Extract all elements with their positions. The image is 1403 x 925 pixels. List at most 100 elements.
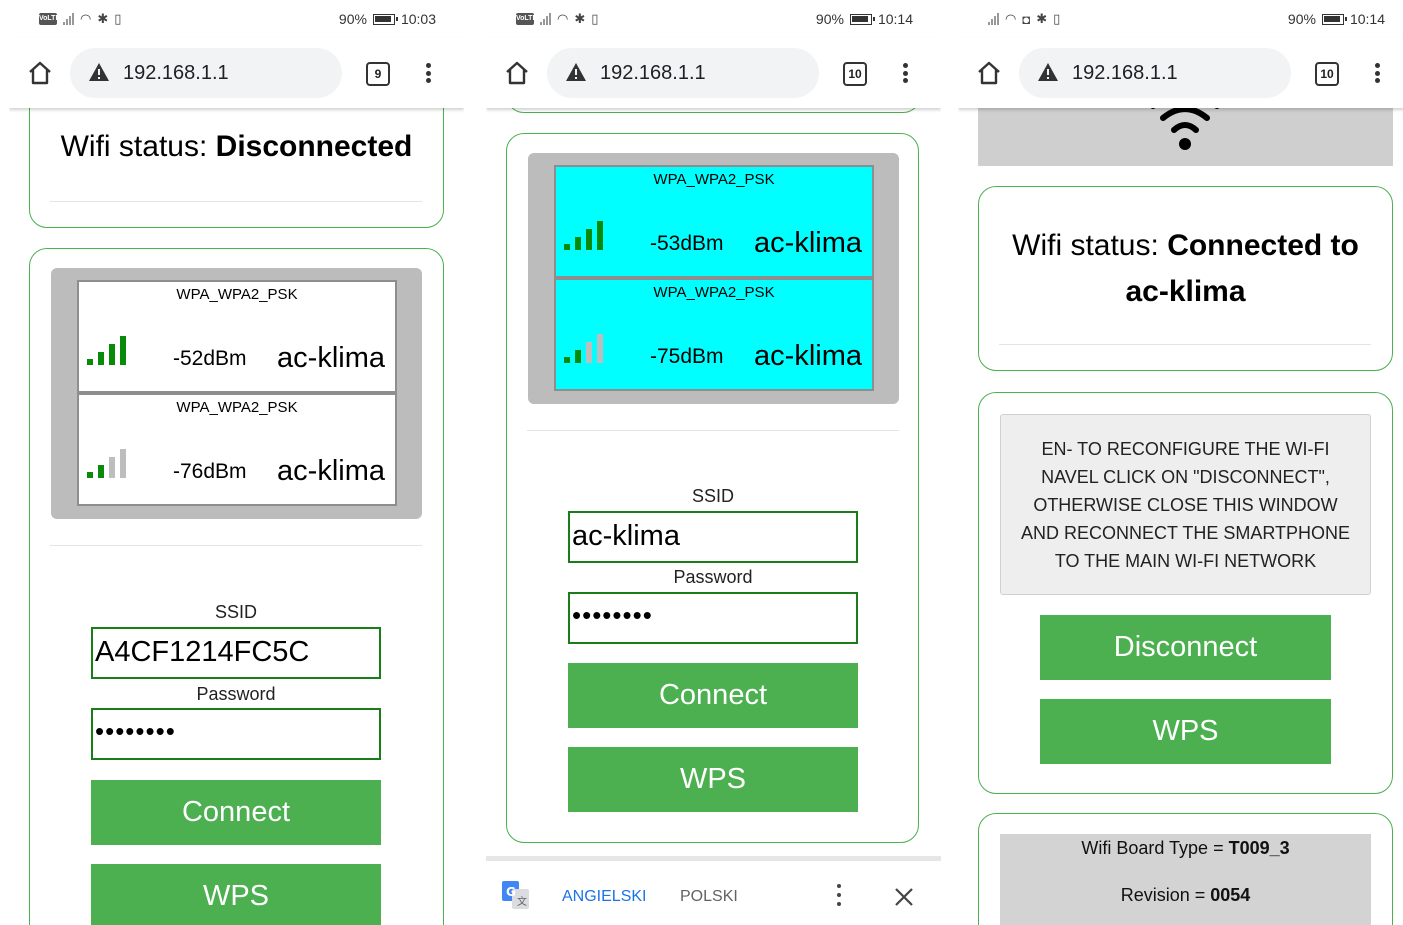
url-text: 192.168.1.1 bbox=[123, 62, 229, 84]
board-type: Wifi Board Type = T009_3 bbox=[1081, 838, 1290, 858]
wifi-status-icon: ◠ bbox=[557, 11, 569, 26]
divider bbox=[50, 545, 422, 546]
wifi-status-icon: ◠ bbox=[80, 11, 92, 26]
home-icon[interactable] bbox=[27, 60, 53, 86]
password-input[interactable]: •••••••• bbox=[91, 708, 381, 760]
network-security: WPA_WPA2_PSK bbox=[176, 286, 298, 303]
browser-toolbar: 192.168.1.1 9 bbox=[9, 38, 464, 108]
clock: 10:03 bbox=[400, 11, 436, 27]
vibrate-icon: ▯ bbox=[114, 11, 122, 26]
wps-button[interactable]: WPS bbox=[91, 864, 381, 925]
warning-icon[interactable] bbox=[565, 62, 587, 82]
volte-icon: VoLTE bbox=[516, 13, 537, 25]
password-input[interactable]: •••••••• bbox=[568, 592, 858, 644]
battery-icon bbox=[849, 13, 875, 25]
network-ssid: ac-klima bbox=[754, 227, 862, 259]
status-bar: VoLTE ◠ ✱ ▯ 90% 10:14 bbox=[486, 0, 941, 38]
bluetooth-icon: ✱ bbox=[97, 11, 109, 26]
connect-button[interactable]: Connect bbox=[568, 663, 858, 728]
volte-icon: VoLTE bbox=[39, 13, 60, 25]
translate-menu-icon[interactable] bbox=[834, 884, 844, 906]
address-bar[interactable]: 192.168.1.1 bbox=[70, 48, 342, 98]
divider bbox=[527, 430, 899, 431]
clock: 10:14 bbox=[877, 11, 913, 27]
network-security: WPA_WPA2_PSK bbox=[176, 399, 298, 416]
board-info-card: Wifi Board Type = T009_3 Revision = 0054 bbox=[978, 813, 1393, 925]
divider bbox=[999, 344, 1371, 345]
signal-icon bbox=[63, 13, 74, 25]
wifi-status-icon: ◠ bbox=[1005, 11, 1017, 26]
overflow-menu-icon[interactable] bbox=[421, 60, 435, 86]
connect-button[interactable]: Connect bbox=[91, 780, 381, 845]
warning-icon[interactable] bbox=[1037, 62, 1059, 82]
translate-source-language[interactable]: ANGIELSKI bbox=[562, 888, 646, 906]
battery-icon bbox=[1321, 13, 1347, 25]
phone-screen-2: VoLTE ◠ ✱ ▯ 90% 10:14 192.168.1.1 10 WPA… bbox=[486, 0, 941, 925]
browser-toolbar: 192.168.1.1 10 bbox=[486, 38, 941, 108]
nfc-icon: ◘ bbox=[1022, 11, 1031, 27]
network-ssid: ac-klima bbox=[754, 340, 862, 372]
network-security: WPA_WPA2_PSK bbox=[653, 284, 775, 301]
bluetooth-icon: ✱ bbox=[1036, 11, 1048, 26]
close-icon[interactable] bbox=[894, 887, 914, 907]
svg-text:G: G bbox=[506, 885, 516, 899]
home-icon[interactable] bbox=[504, 60, 530, 86]
translate-bar: G 文 ANGIELSKI POLSKI bbox=[486, 856, 941, 925]
translate-target-language[interactable]: POLSKI bbox=[680, 888, 738, 906]
signal-strength-icon bbox=[564, 221, 603, 250]
status-bar: ◠ ◘ ✱ ▯ 90% 10:14 bbox=[958, 0, 1403, 38]
address-bar[interactable]: 192.168.1.1 bbox=[547, 48, 819, 98]
board-info: Wifi Board Type = T009_3 Revision = 0054 bbox=[1000, 834, 1371, 925]
password-label: Password bbox=[196, 684, 276, 704]
signal-icon bbox=[540, 13, 551, 25]
warning-icon[interactable] bbox=[88, 62, 110, 82]
browser-toolbar: 192.168.1.1 10 bbox=[958, 38, 1403, 108]
wps-button[interactable]: WPS bbox=[1040, 699, 1331, 764]
wps-button[interactable]: WPS bbox=[568, 747, 858, 812]
ssid-input[interactable]: A4CF1214FC5C bbox=[91, 627, 381, 679]
overflow-menu-icon[interactable] bbox=[1370, 60, 1384, 86]
network-item-selected[interactable]: WPA_WPA2_PSK -53dBm ac-klima bbox=[554, 165, 874, 278]
network-list: WPA_WPA2_PSK -52dBm ac-klima WPA_WPA2_PS… bbox=[51, 268, 422, 519]
signal-strength-icon bbox=[87, 336, 126, 365]
reconfigure-info: EN- TO RECONFIGURE THE WI-FI NAVEL CLICK… bbox=[1000, 414, 1371, 595]
page-content: WPA_WPA2_PSK -53dBm ac-klima WPA_WPA2_PS… bbox=[486, 108, 941, 925]
network-item[interactable]: WPA_WPA2_PSK -76dBm ac-klima bbox=[77, 393, 397, 506]
svg-text:文: 文 bbox=[517, 895, 527, 908]
network-rssi: -76dBm bbox=[173, 460, 247, 483]
wifi-status-value: Disconnected bbox=[215, 130, 413, 163]
ssid-input[interactable]: ac-klima bbox=[568, 511, 858, 563]
tab-counter-icon[interactable]: 10 bbox=[843, 62, 867, 86]
address-bar[interactable]: 192.168.1.1 bbox=[1019, 48, 1291, 98]
board-revision: Revision = 0054 bbox=[1120, 885, 1251, 905]
reconfigure-card: EN- TO RECONFIGURE THE WI-FI NAVEL CLICK… bbox=[978, 392, 1393, 794]
overflow-menu-icon[interactable] bbox=[898, 60, 912, 86]
network-config-card: WPA_WPA2_PSK -52dBm ac-klima WPA_WPA2_PS… bbox=[29, 248, 444, 925]
password-label: Password bbox=[673, 567, 753, 587]
network-rssi: -75dBm bbox=[650, 345, 724, 368]
tab-counter-icon[interactable]: 9 bbox=[366, 62, 390, 86]
wifi-status-value: Connected to bbox=[1167, 229, 1359, 262]
ssid-label: SSID bbox=[214, 602, 257, 622]
page-content: Wifi status: Disconnected WPA_WPA2_PSK -… bbox=[9, 108, 464, 925]
wifi-status-text: Wifi status: Connected to bbox=[1012, 229, 1359, 262]
home-icon[interactable] bbox=[976, 60, 1002, 86]
disconnect-button[interactable]: Disconnect bbox=[1040, 615, 1331, 680]
wifi-status-card: Wifi status: Connected to ac-klima bbox=[978, 186, 1393, 371]
network-rssi: -53dBm bbox=[650, 232, 724, 255]
battery-percent: 90% bbox=[338, 11, 367, 27]
google-translate-icon: G 文 bbox=[502, 881, 529, 909]
battery-percent: 90% bbox=[1287, 11, 1316, 27]
wifi-status-text: Wifi status: Disconnected bbox=[60, 130, 413, 163]
network-item[interactable]: WPA_WPA2_PSK -52dBm ac-klima bbox=[77, 280, 397, 393]
battery-percent: 90% bbox=[815, 11, 844, 27]
bluetooth-icon: ✱ bbox=[574, 11, 586, 26]
network-item-selected[interactable]: WPA_WPA2_PSK -75dBm ac-klima bbox=[554, 278, 874, 391]
network-list: WPA_WPA2_PSK -53dBm ac-klima WPA_WPA2_PS… bbox=[528, 153, 899, 404]
network-ssid: ac-klima bbox=[277, 342, 385, 374]
network-rssi: -52dBm bbox=[173, 347, 247, 370]
tab-counter-icon[interactable]: 10 bbox=[1315, 62, 1339, 86]
vibrate-icon: ▯ bbox=[591, 11, 599, 26]
wifi-icon bbox=[1150, 108, 1220, 150]
phone-screen-1: VoLTE ◠ ✱ ▯ 90% 10:03 192.168.1.1 9 Wifi… bbox=[9, 0, 464, 925]
